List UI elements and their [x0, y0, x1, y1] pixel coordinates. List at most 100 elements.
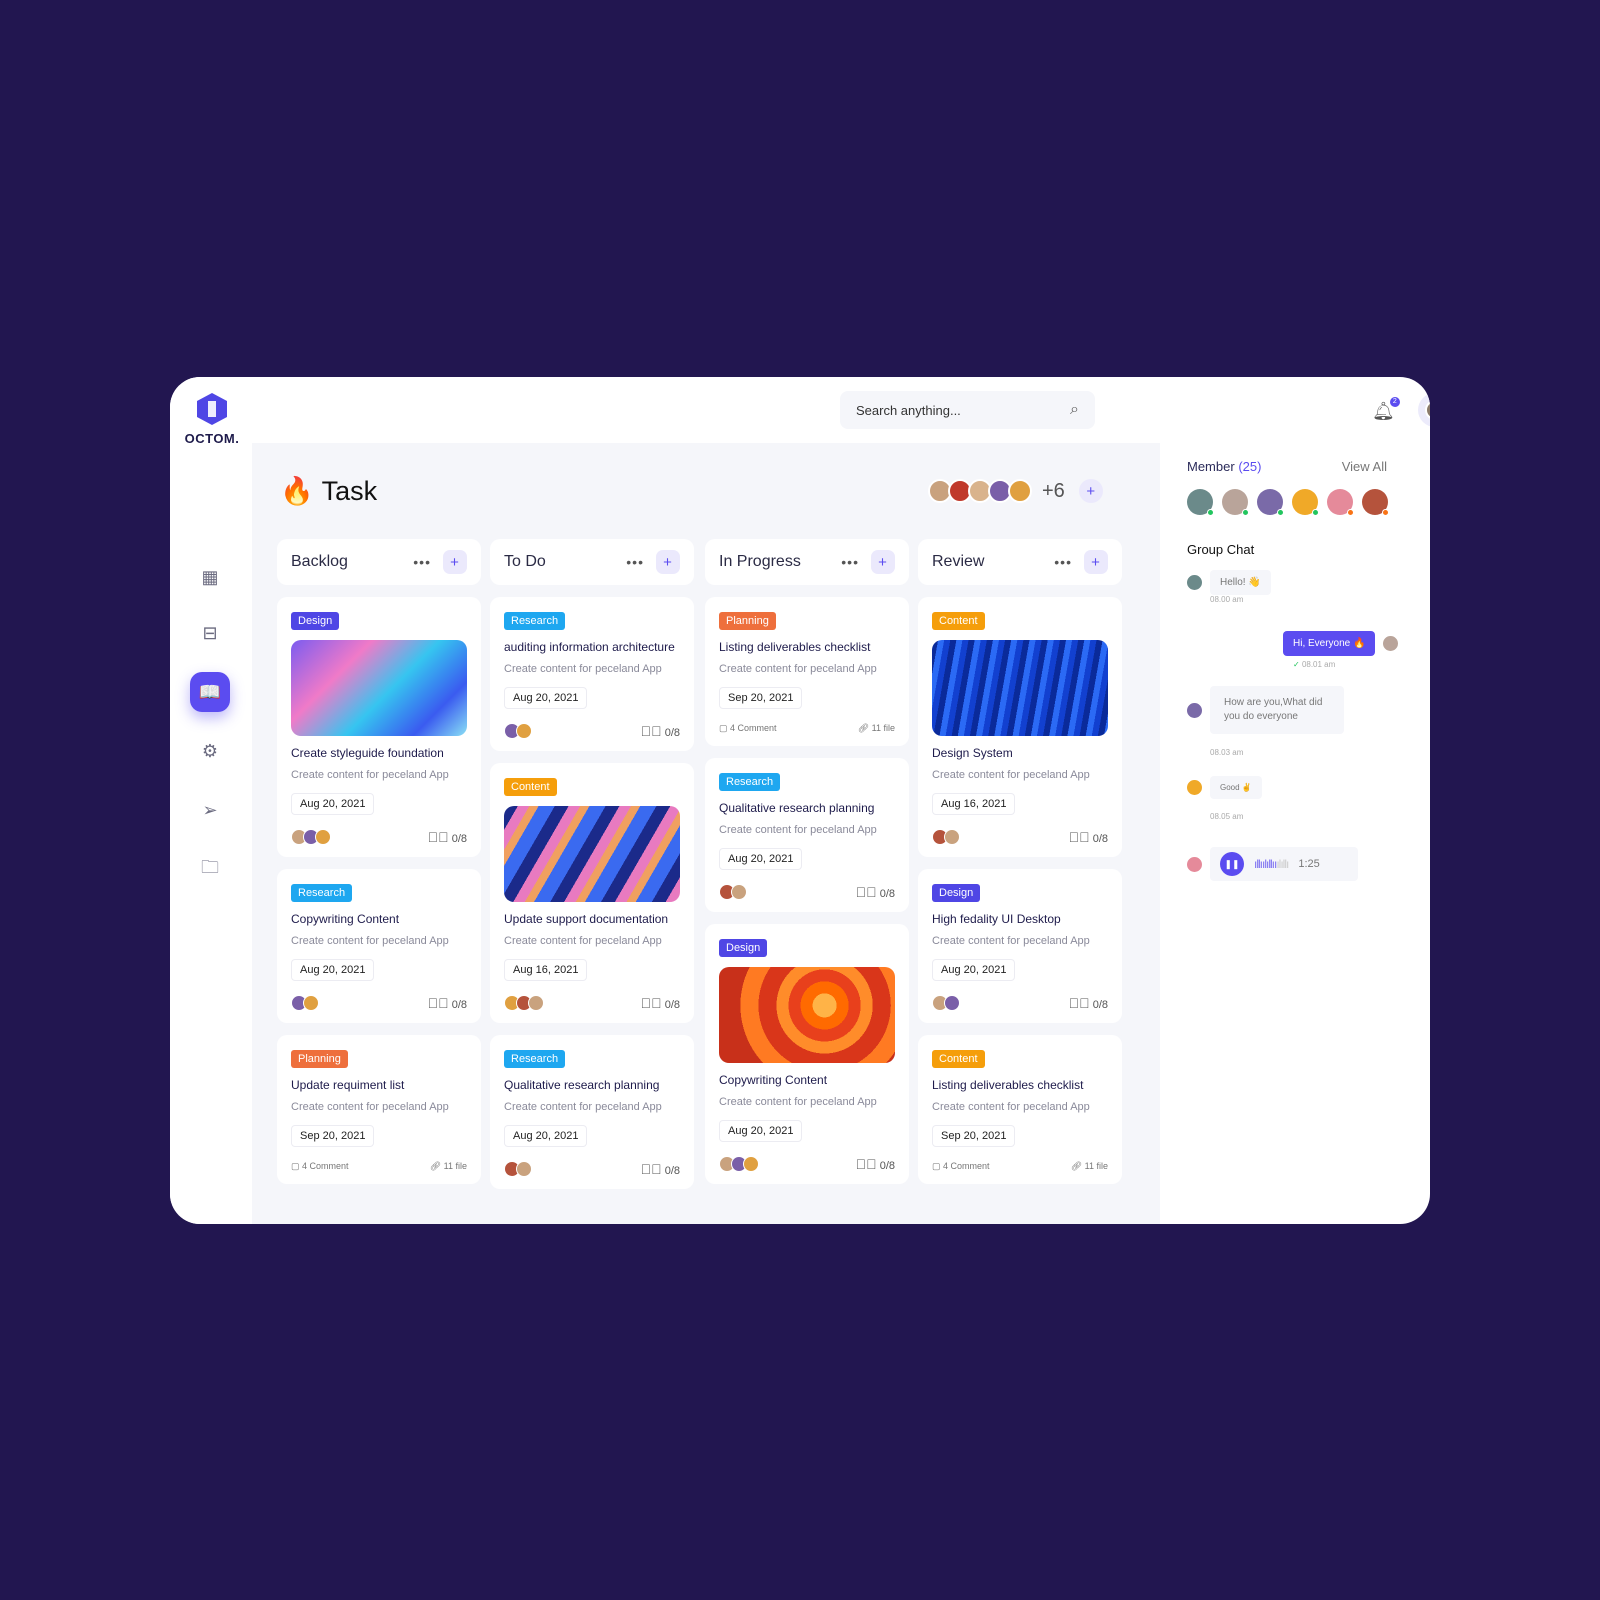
- user-avatar[interactable]: [1418, 393, 1430, 427]
- card-date: Aug 20, 2021: [719, 848, 803, 870]
- assignees[interactable]: [504, 723, 532, 739]
- card-date: Aug 16, 2021: [932, 793, 1016, 815]
- card-title: Copywriting Content: [291, 912, 400, 926]
- task-card[interactable]: Design High fedality UI Desktop Create con…: [918, 869, 1122, 1023]
- add-card-button[interactable]: +: [443, 550, 467, 574]
- assignees[interactable]: [932, 829, 960, 845]
- comments[interactable]: ▢ 4 Comment: [291, 1161, 349, 1172]
- logo[interactable]: OCTOM.: [182, 393, 242, 446]
- member-avatar[interactable]: [1222, 489, 1249, 516]
- comments[interactable]: ▢ 4 Comment: [932, 1161, 990, 1172]
- more-options-icon[interactable]: •••: [841, 554, 859, 570]
- task-card[interactable]: Design Copywriting Content Create content …: [705, 924, 909, 1184]
- add-card-button[interactable]: +: [1084, 550, 1108, 574]
- assignees[interactable]: [504, 995, 544, 1011]
- pause-button[interactable]: ❚❚: [1220, 852, 1244, 876]
- app-name: OCTOM.: [184, 431, 240, 446]
- task-card[interactable]: Content Listing deliverables checklist Cre…: [918, 1035, 1122, 1184]
- waveform[interactable]: ıllıılıllııılıllı: [1254, 857, 1289, 871]
- bell-icon[interactable]: 🔔︎ 2: [1372, 397, 1400, 422]
- board-column: To Do ••• + Research auditing information ar…: [490, 539, 694, 1189]
- files[interactable]: 🔗︎ 11 file: [430, 1161, 467, 1172]
- check-circle-icon: ✓⃝: [1068, 829, 1090, 845]
- message-time: 08.05 am: [1210, 812, 1244, 821]
- assignees[interactable]: [504, 1161, 532, 1177]
- checklist-progress: 0/8: [451, 999, 467, 1011]
- column-name: Backlog: [291, 553, 348, 570]
- check-circle-icon: ✓⃝: [427, 995, 449, 1011]
- card-title: Qualitative research planning: [719, 801, 875, 815]
- column-header: Backlog ••• +: [277, 539, 481, 585]
- assignees[interactable]: [291, 829, 331, 845]
- more-options-icon[interactable]: •••: [626, 554, 644, 570]
- member-avatar[interactable]: [1327, 489, 1354, 516]
- member-avatar[interactable]: [1362, 489, 1389, 516]
- add-card-button[interactable]: +: [656, 550, 680, 574]
- card-subtitle: Create content for peceland App: [719, 1096, 877, 1108]
- checklist-progress: 0/8: [879, 1160, 895, 1172]
- members-heading: Member (25): [1187, 459, 1261, 474]
- attachment-icon: 🔗︎: [857, 723, 870, 733]
- card-tag: Research: [291, 884, 353, 902]
- add-member-button[interactable]: +: [1078, 479, 1103, 503]
- book-icon[interactable]: 📖: [190, 672, 230, 712]
- files[interactable]: 🔗︎ 11 file: [858, 723, 895, 734]
- task-card[interactable]: Research Copywriting Content Create conten…: [277, 869, 481, 1023]
- comments[interactable]: ▢ 4 Comment: [719, 723, 777, 734]
- comment-count: 4 Comment: [302, 1161, 349, 1171]
- page-title: 🔥 Task: [280, 475, 377, 507]
- task-card[interactable]: Research Qualitative research planning Cre…: [705, 758, 909, 912]
- member-avatar[interactable]: [1257, 489, 1284, 516]
- task-card[interactable]: Planning Update requiment list Create cont…: [277, 1035, 481, 1184]
- card-image: [932, 640, 1108, 736]
- folder-plus-icon[interactable]: 🗀: [190, 850, 230, 890]
- add-card-button[interactable]: +: [871, 550, 895, 574]
- view-all-link[interactable]: View All: [1342, 459, 1387, 474]
- check-circle-icon: ✓⃝: [855, 884, 877, 900]
- more-options-icon[interactable]: •••: [1054, 554, 1072, 570]
- assignees[interactable]: [719, 1156, 759, 1172]
- member-list: [1187, 489, 1389, 516]
- task-card[interactable]: Planning Listing deliverables checklist Cr…: [705, 597, 909, 746]
- card-tag: Content: [932, 612, 985, 630]
- member-avatar[interactable]: [1292, 489, 1319, 516]
- group-chat-title: Group Chat: [1187, 542, 1255, 557]
- grid-icon[interactable]: ▦: [190, 557, 230, 597]
- sidebar: OCTOM. ▦ ⊟ 📖 ⚙ ➢ 🗀: [170, 377, 252, 1224]
- card-subtitle: Create content for peceland App: [504, 935, 662, 947]
- send-icon[interactable]: ➢: [190, 790, 230, 830]
- search-icon[interactable]: ⌕: [1070, 401, 1079, 419]
- check-circle-icon: ✓⃝: [640, 995, 662, 1011]
- file-count: 11 file: [871, 723, 895, 733]
- card-title: Qualitative research planning: [504, 1078, 660, 1092]
- team-extra-count: +6: [1042, 479, 1065, 502]
- layout-icon[interactable]: ⊟: [190, 613, 230, 653]
- card-tag: Content: [504, 778, 557, 796]
- member-avatar[interactable]: [1187, 489, 1214, 516]
- card-date: Aug 16, 2021: [504, 959, 588, 981]
- card-image: [719, 967, 895, 1063]
- assignees[interactable]: [719, 884, 747, 900]
- team-avatars[interactable]: +6 +: [928, 479, 1103, 503]
- more-options-icon[interactable]: •••: [413, 554, 431, 570]
- task-card[interactable]: Content Update support documentation Creat…: [490, 763, 694, 1023]
- task-card[interactable]: Content Design System Create content for p…: [918, 597, 1122, 857]
- assignees[interactable]: [291, 995, 319, 1011]
- assignees[interactable]: [932, 995, 960, 1011]
- avatar: [1187, 702, 1202, 718]
- files[interactable]: 🔗︎ 11 file: [1071, 1161, 1108, 1172]
- avatar: [1187, 856, 1202, 872]
- card-tag: Planning: [719, 612, 776, 630]
- checklist-progress: 0/8: [879, 888, 895, 900]
- search-input[interactable]: Search anything... ⌕: [840, 391, 1095, 429]
- fire-icon: 🔥: [280, 476, 314, 506]
- check-circle-icon: ✓⃝: [640, 723, 662, 739]
- task-card[interactable]: Research Qualitative research planning Cre…: [490, 1035, 694, 1189]
- gear-icon[interactable]: ⚙: [190, 731, 230, 771]
- task-card[interactable]: Design Create styleguide foundation Create…: [277, 597, 481, 857]
- card-title: Create styleguide foundation: [291, 746, 444, 760]
- page-title-text: Task: [321, 475, 378, 506]
- board-column: Review ••• + Content Design System Create con…: [918, 539, 1122, 1184]
- card-date: Aug 20, 2021: [291, 793, 375, 815]
- task-card[interactable]: Research auditing information architectur…: [490, 597, 694, 751]
